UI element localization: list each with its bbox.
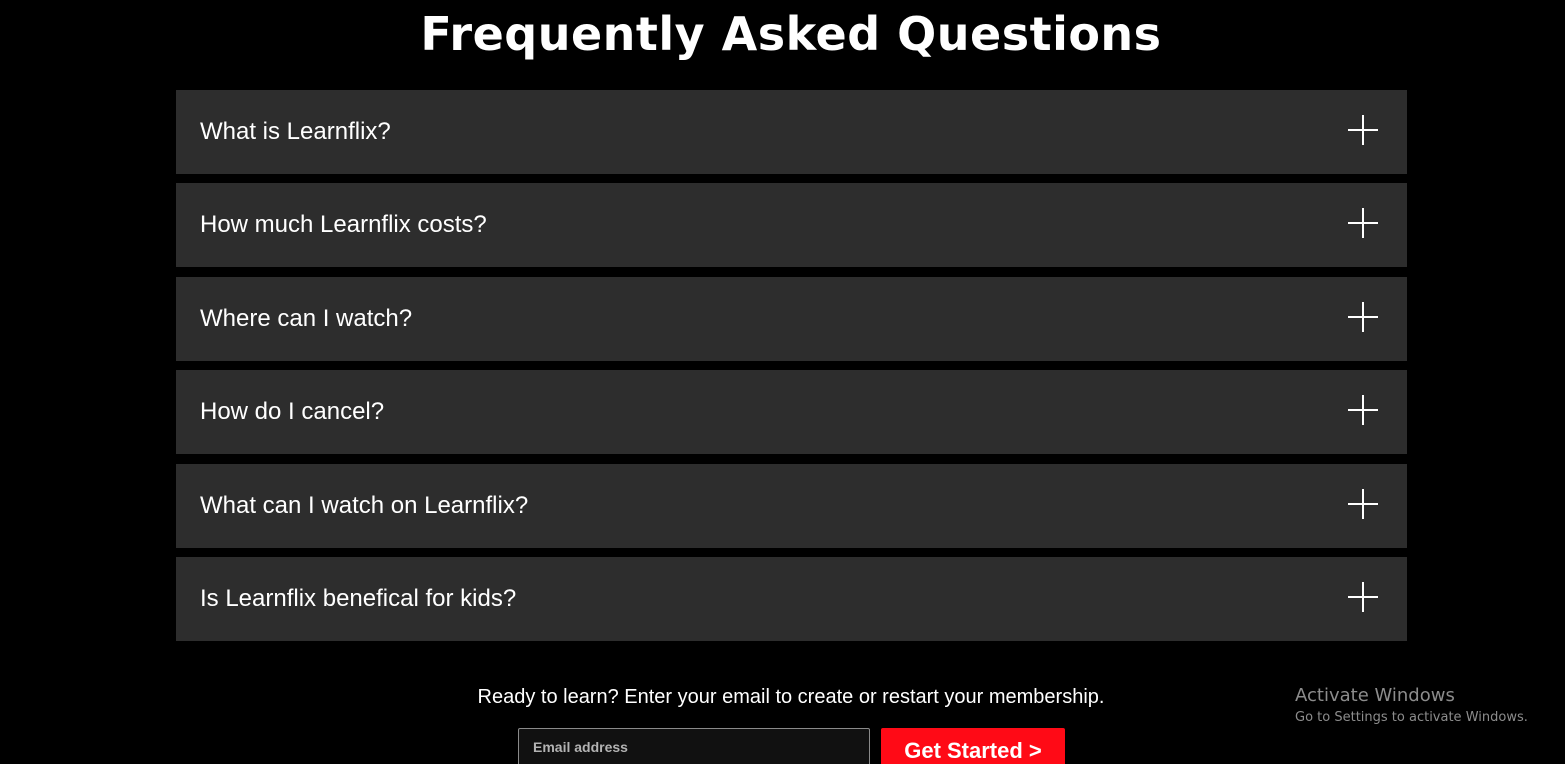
faq-title: Frequently Asked Questions <box>420 7 1162 61</box>
get-started-button[interactable]: Get Started > <box>881 728 1065 764</box>
activate-windows-watermark: Activate Windows Go to Settings to activ… <box>1295 685 1528 727</box>
faq-question: What is Learnflix? <box>200 118 391 145</box>
faq-item-kids[interactable]: Is Learnflix benefical for kids? <box>176 556 1407 641</box>
plus-icon[interactable] <box>1348 581 1378 612</box>
faq-item-what-is-learnflix[interactable]: What is Learnflix? <box>176 90 1407 174</box>
faq-item-cancel[interactable]: How do I cancel? <box>176 370 1407 455</box>
faq-question: How do I cancel? <box>200 398 385 426</box>
watermark-title: Activate Windows <box>1295 685 1455 706</box>
faq-page: Frequently Asked Questions What is Learn… <box>0 0 1565 764</box>
plus-icon[interactable] <box>1348 208 1378 239</box>
plus-icon[interactable] <box>1348 301 1378 332</box>
faq-item-what-watch[interactable]: What can I watch on Learnflix? <box>176 463 1407 548</box>
watermark-subtitle: Go to Settings to activate Windows. <box>1295 710 1528 725</box>
plus-icon[interactable] <box>1348 488 1378 519</box>
faq-list: What is Learnflix? How much Learnflix co… <box>176 90 1407 650</box>
faq-question: Where can I watch? <box>200 304 413 332</box>
plus-icon[interactable] <box>1348 115 1378 145</box>
email-input[interactable] <box>518 728 870 764</box>
faq-question: Is Learnflix benefical for kids? <box>200 584 517 612</box>
faq-question: How much Learnflix costs? <box>200 211 487 239</box>
faq-item-cost[interactable]: How much Learnflix costs? <box>176 183 1407 268</box>
faq-item-where-watch[interactable]: Where can I watch? <box>176 276 1407 361</box>
plus-icon[interactable] <box>1348 395 1378 426</box>
faq-question: What can I watch on Learnflix? <box>200 491 529 519</box>
